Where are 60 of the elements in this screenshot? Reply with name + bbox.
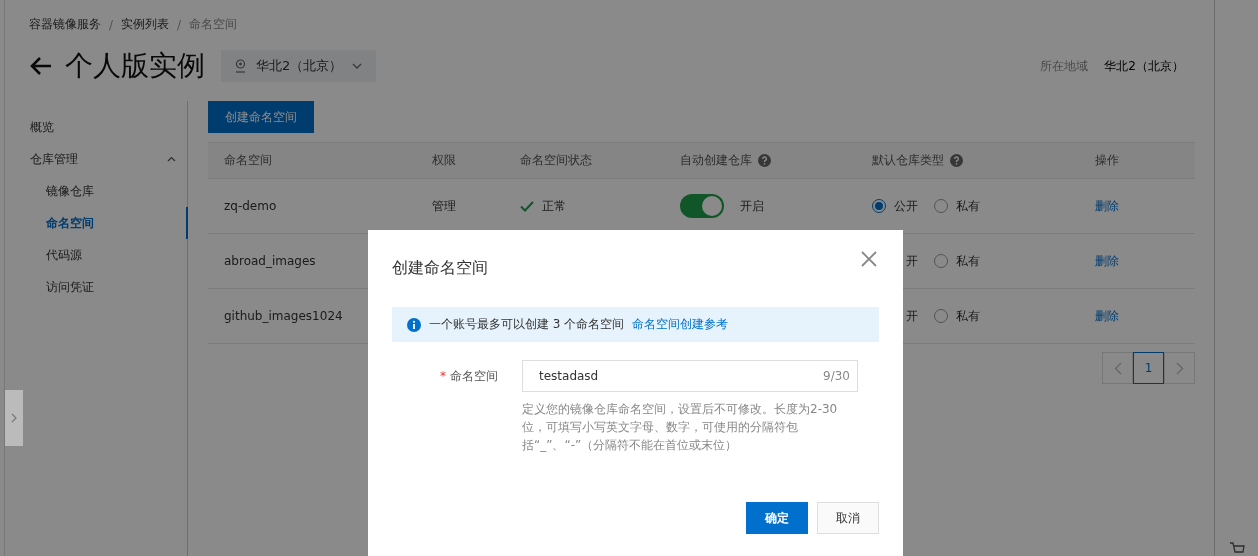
delete-link[interactable]: 删除 <box>1095 197 1119 215</box>
region-label: 所在地域 <box>1040 57 1089 75</box>
cancel-button[interactable]: 取消 <box>817 502 879 534</box>
cart-icon[interactable] <box>1228 542 1245 554</box>
sidebar-item[interactable]: 代码源 <box>29 239 188 271</box>
sidebar-toggle[interactable] <box>5 390 23 446</box>
column-header: 命名空间 <box>224 152 272 169</box>
check-icon <box>520 200 534 212</box>
radio-label: 开 <box>906 307 918 325</box>
breadcrumb-link[interactable]: 容器镜像服务 <box>29 16 101 33</box>
sidebar-item[interactable]: 镜像仓库 <box>29 175 188 207</box>
breadcrumb-separator: / <box>177 17 182 32</box>
table-cell: github_images1024 <box>224 309 343 323</box>
chevron-left-icon <box>1113 361 1122 375</box>
help-icon[interactable] <box>950 154 963 167</box>
table-cell: zq-demo <box>224 199 277 213</box>
create-namespace-button[interactable]: 创建命名空间 <box>208 101 314 133</box>
field-help-text: 定义您的镜像仓库命名空间，设置后不可修改。长度为2-30位，可填写小写英文字母、数字，可使用的分隔符包括“_”、“-”（分隔符不能在首位或末位） <box>522 401 839 454</box>
location-pin-icon <box>235 59 246 73</box>
sidebar-item[interactable]: 访问凭证 <box>29 271 188 303</box>
radio-label: 开 <box>906 252 918 270</box>
delete-link[interactable]: 删除 <box>1095 252 1119 270</box>
field-label: 命名空间 <box>450 369 498 383</box>
sidebar-item[interactable]: 命名空间 <box>29 207 188 239</box>
column-header: 自动创建仓库 <box>680 152 752 169</box>
breadcrumb-separator: / <box>109 17 114 32</box>
sidebar-item[interactable]: 概览 <box>29 111 188 143</box>
notice-text: 一个账号最多可以创建 3 个命名空间 <box>429 316 625 333</box>
radio-label: 私有 <box>956 252 980 270</box>
reference-link[interactable]: 命名空间创建参考 <box>632 316 729 333</box>
page-button[interactable]: 1 <box>1133 352 1164 384</box>
column-header: 命名空间状态 <box>520 152 592 169</box>
table-cell: abroad_images <box>224 254 316 268</box>
toggle-switch[interactable] <box>680 194 724 218</box>
breadcrumb-link[interactable]: 实例列表 <box>121 16 170 33</box>
table-cell: 管理 <box>432 197 456 215</box>
column-header: 默认仓库类型 <box>872 152 944 169</box>
status-text: 正常 <box>542 197 566 215</box>
chevron-up-icon <box>167 156 176 162</box>
column-header: 操作 <box>1095 152 1119 169</box>
info-icon <box>407 317 421 332</box>
character-counter: 9/30 <box>823 369 850 383</box>
radio-label: 私有 <box>956 197 980 215</box>
sidebar-item[interactable]: 仓库管理 <box>29 143 188 175</box>
required-mark: * <box>440 369 446 383</box>
column-header: 权限 <box>432 152 456 169</box>
radio-label: 私有 <box>956 307 980 325</box>
page-title: 个人版实例 <box>65 48 205 84</box>
toggle-label: 开启 <box>740 197 764 215</box>
chevron-right-icon <box>11 413 17 423</box>
help-icon[interactable] <box>758 154 771 167</box>
chevron-right-icon <box>1175 361 1184 375</box>
region-selector[interactable]: 华北2（北京） <box>221 50 377 82</box>
confirm-button[interactable]: 确定 <box>746 502 808 534</box>
dialog-title: 创建命名空间 <box>392 258 488 279</box>
region-value: 华北2（北京） <box>1104 57 1184 75</box>
back-arrow-icon[interactable] <box>29 56 53 76</box>
chevron-down-icon <box>352 63 363 69</box>
delete-link[interactable]: 删除 <box>1095 307 1119 325</box>
radio-label: 公开 <box>894 197 918 215</box>
